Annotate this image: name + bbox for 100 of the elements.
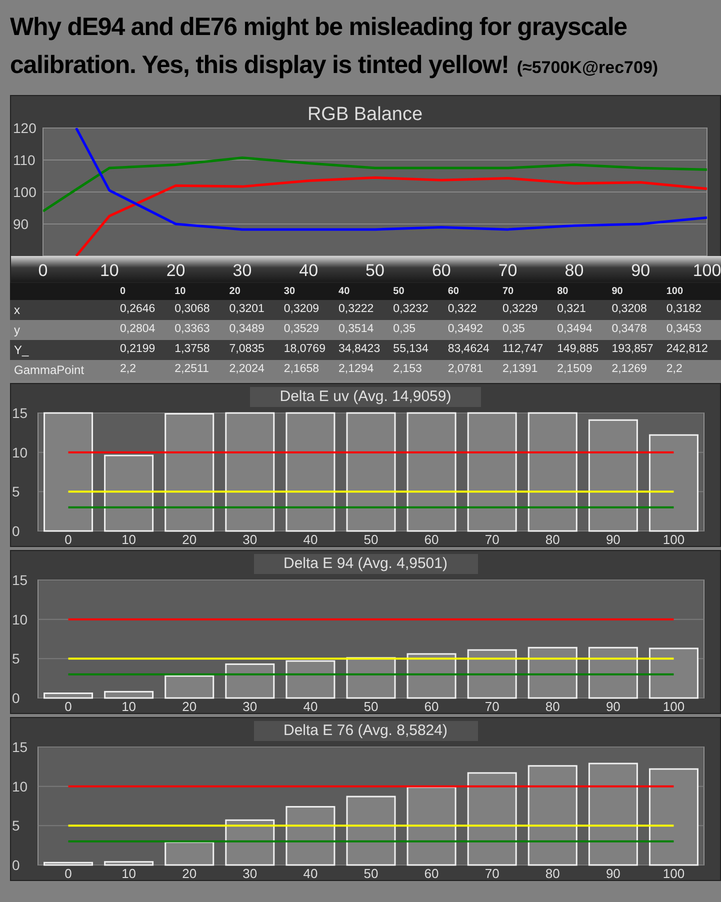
- note-text: (≈5700K@rec709): [516, 57, 658, 79]
- table-cell-text: 0,3363: [174, 322, 211, 337]
- x-tick-label: 50: [364, 532, 378, 546]
- table-cell-text: 112,747: [502, 342, 544, 357]
- x-tick-label: 90: [606, 699, 620, 713]
- table-cell-text: 0,3478: [612, 322, 648, 337]
- x-tick-label: 100: [662, 866, 685, 880]
- table-cell-text: 34,8423: [338, 342, 382, 357]
- table-cell-text: 0,2804: [120, 322, 156, 337]
- x-tick-label: 30: [242, 699, 258, 713]
- table-cell-text: 0,3514: [338, 322, 375, 337]
- table-cell-text: 0,3182: [666, 302, 703, 317]
- headline-text: Why dE94 and dE76 might be misleading for grayscale: [10, 12, 628, 43]
- table-cell-text: 0,2199: [120, 342, 156, 357]
- column-header: 0: [120, 285, 127, 299]
- y-tick-label: 0: [12, 690, 20, 706]
- x-tick-label: 0: [64, 699, 72, 713]
- table-cell-text: 83,4624: [448, 342, 490, 357]
- x-tick-label: 50: [364, 699, 378, 713]
- table-cell-text: 2,2: [120, 362, 137, 377]
- row-label: y: [13, 322, 21, 339]
- y-tick-label: 10: [12, 778, 28, 794]
- table-cell-text: 0,3068: [174, 302, 211, 317]
- x-tick-label: 0: [64, 532, 72, 546]
- row-label: Y_: [13, 342, 30, 359]
- table-cell-text: 0,2646: [120, 302, 156, 317]
- x-tick-label: 40: [299, 261, 318, 280]
- x-tick-label: 60: [424, 699, 439, 713]
- x-tick-label: 60: [432, 261, 451, 280]
- table-cell-text: 0,35: [502, 322, 526, 337]
- table-cell-text: 0,3209: [284, 302, 320, 317]
- x-tick-label: 100: [662, 532, 685, 546]
- table-cell-text: 0,3208: [612, 302, 648, 317]
- table-cell-text: 2,1509: [557, 362, 594, 377]
- table-cell-text: 0,35: [393, 322, 417, 337]
- x-tick-label: 100: [662, 699, 685, 713]
- table-cell-text: 2,2024: [229, 362, 266, 377]
- x-tick-label: 30: [242, 866, 258, 880]
- x-tick-label: 70: [484, 866, 500, 880]
- table-cell-text: 149,885: [557, 342, 600, 357]
- x-tick-label: 60: [424, 866, 439, 880]
- table-cell-text: 2,2: [666, 362, 684, 377]
- column-header: 10: [174, 285, 187, 299]
- table-cell-text: 0,3201: [229, 302, 266, 317]
- x-tick-label: 90: [606, 866, 620, 880]
- column-header: 60: [448, 285, 460, 299]
- x-tick-label: 100: [692, 261, 721, 280]
- table-cell-text: 2,2511: [174, 362, 210, 377]
- x-tick-label: 50: [364, 866, 378, 880]
- x-tick-label: 90: [631, 261, 650, 280]
- table-cell-text: 0,3489: [229, 322, 266, 337]
- y-tick-label: 5: [12, 818, 20, 834]
- y-tick-label: 10: [12, 611, 28, 628]
- table-cell-text: 0,322: [448, 302, 478, 317]
- table-cell-text: 0,3453: [666, 322, 703, 337]
- row-label: x: [13, 302, 21, 319]
- x-tick-label: 70: [484, 699, 500, 713]
- y-tick-label: 90: [13, 216, 29, 232]
- x-tick-label: 80: [564, 261, 584, 280]
- column-header: 20: [229, 285, 242, 299]
- x-tick-label: 10: [122, 699, 136, 713]
- x-tick-label: 30: [242, 532, 258, 546]
- table-cell-text: 1,3758: [174, 342, 211, 357]
- x-tick-label: 20: [182, 866, 197, 880]
- x-tick-label: 40: [303, 866, 318, 880]
- x-tick-label: 10: [122, 866, 136, 880]
- table-cell-text: 2,1294: [338, 362, 375, 377]
- y-tick-label: 110: [13, 152, 36, 168]
- x-tick-label: 80: [545, 699, 560, 713]
- y-tick-label: 15: [12, 574, 28, 588]
- x-tick-label: 40: [303, 699, 318, 713]
- table-cell-text: 0,3232: [393, 302, 430, 317]
- column-header: 70: [502, 285, 515, 299]
- x-tick-label: 80: [545, 866, 560, 880]
- y-tick-label: 0: [12, 857, 20, 873]
- table-cell-text: 2,1269: [612, 362, 648, 377]
- x-tick-label: 20: [182, 532, 197, 546]
- row-label: GammaPoint: [13, 362, 86, 379]
- table-cell-text: 0,321: [557, 302, 587, 317]
- x-tick-label: 20: [166, 261, 186, 280]
- table-cell-text: 0,3229: [502, 302, 539, 317]
- table-cell-text: 193,857: [612, 342, 654, 357]
- chart-title: Delta E uv (Avg. 14,9059): [250, 387, 482, 407]
- chart-title: RGB Balance: [307, 104, 423, 125]
- y-tick-label: 5: [12, 484, 20, 500]
- y-tick-label: 120: [13, 120, 36, 136]
- column-header: 40: [338, 285, 351, 299]
- x-tick-label: 20: [182, 699, 197, 713]
- table-cell-text: 0,3494: [557, 322, 594, 337]
- y-tick-label: 10: [12, 444, 28, 460]
- table-cell-text: 242,812: [666, 342, 709, 357]
- table-cell-text: 0,3492: [448, 322, 484, 337]
- x-tick-label: 60: [424, 532, 439, 546]
- table-cell-text: 0,3529: [284, 322, 320, 337]
- x-tick-label: 40: [303, 532, 318, 546]
- table-cell-text: 2,0781: [448, 362, 484, 377]
- chart-title: Delta E 76 (Avg. 8,5824): [254, 721, 478, 741]
- x-tick-label: 10: [122, 532, 136, 546]
- table-cell-text: 2,1391: [502, 362, 539, 377]
- table-cell-text: 55,134: [393, 342, 430, 357]
